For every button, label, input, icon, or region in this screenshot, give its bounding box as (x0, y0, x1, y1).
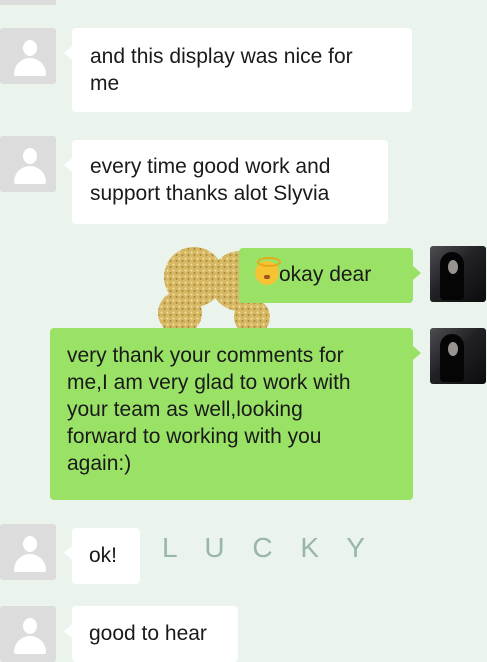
user-silhouette-icon (23, 536, 37, 552)
message-text: ok! (89, 544, 118, 567)
message-text-line: every time good work and (90, 155, 331, 178)
contact-avatar[interactable] (0, 136, 56, 192)
shushing-face-emoji (255, 257, 281, 285)
lucky-decoration-text: L U C K Y (162, 532, 375, 563)
user-avatar[interactable] (430, 246, 486, 302)
user-avatar[interactable] (430, 328, 486, 384)
message-text-line: very thank your comments for (67, 344, 344, 367)
message-bubble[interactable]: ok! (64, 528, 140, 584)
contact-avatar[interactable] (0, 606, 56, 662)
contact-avatar[interactable] (0, 28, 56, 84)
user-silhouette-icon (23, 40, 37, 56)
message-bubble[interactable]: good to hear (64, 606, 238, 662)
message-text: okay dear (279, 263, 372, 286)
user-silhouette-icon (23, 148, 37, 164)
message-text-line: me,I am very glad to work with (67, 371, 351, 394)
chat-area: and this display was nice for me every t… (0, 0, 487, 662)
message-text-line: your team as well,looking (67, 398, 303, 421)
user-silhouette-icon (23, 618, 37, 634)
partial-avatar (0, 0, 56, 5)
message-bubble[interactable]: and this display was nice for me (64, 28, 412, 112)
message-text-line: me (90, 72, 120, 95)
message-text-line: again:) (67, 452, 132, 475)
message-text-line: and this display was nice for (90, 45, 353, 68)
message-text: good to hear (89, 622, 207, 645)
message-bubble[interactable]: very thank your comments for me,I am ver… (50, 328, 421, 500)
message-text-line: support thanks alot Slyvia (90, 182, 330, 205)
message-bubble[interactable]: every time good work and support thanks … (64, 140, 388, 224)
contact-avatar[interactable] (0, 524, 56, 580)
message-bubble[interactable]: okay dear (239, 248, 421, 303)
message-text-line: forward to working with you (67, 425, 322, 448)
